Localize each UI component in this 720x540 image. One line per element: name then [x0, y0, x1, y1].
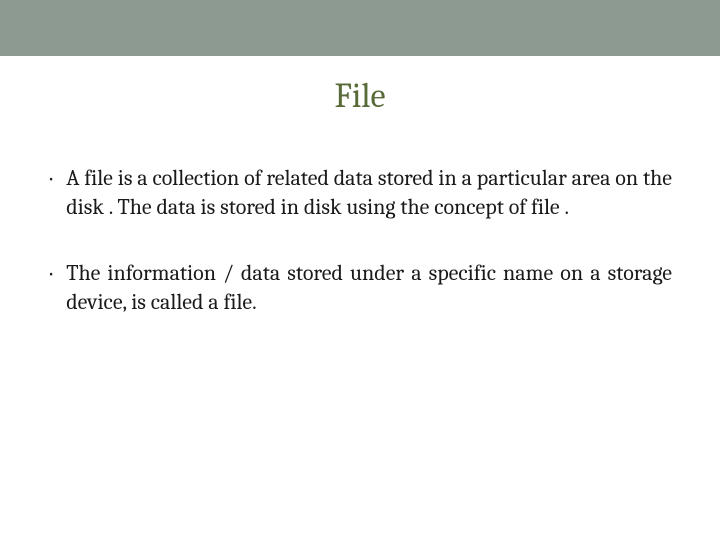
bullet-text: A file is a collection of related data s…: [66, 164, 672, 221]
bullet-text: The information / data stored under a sp…: [66, 259, 672, 316]
bullet-dot-icon: •: [48, 265, 54, 282]
slide-title: File: [0, 76, 720, 116]
bullet-dot-icon: •: [48, 170, 54, 187]
slide-content: • A file is a collection of related data…: [0, 116, 720, 316]
bullet-item: • The information / data stored under a …: [48, 259, 672, 316]
top-accent-bar: [0, 0, 720, 56]
bullet-item: • A file is a collection of related data…: [48, 164, 672, 221]
